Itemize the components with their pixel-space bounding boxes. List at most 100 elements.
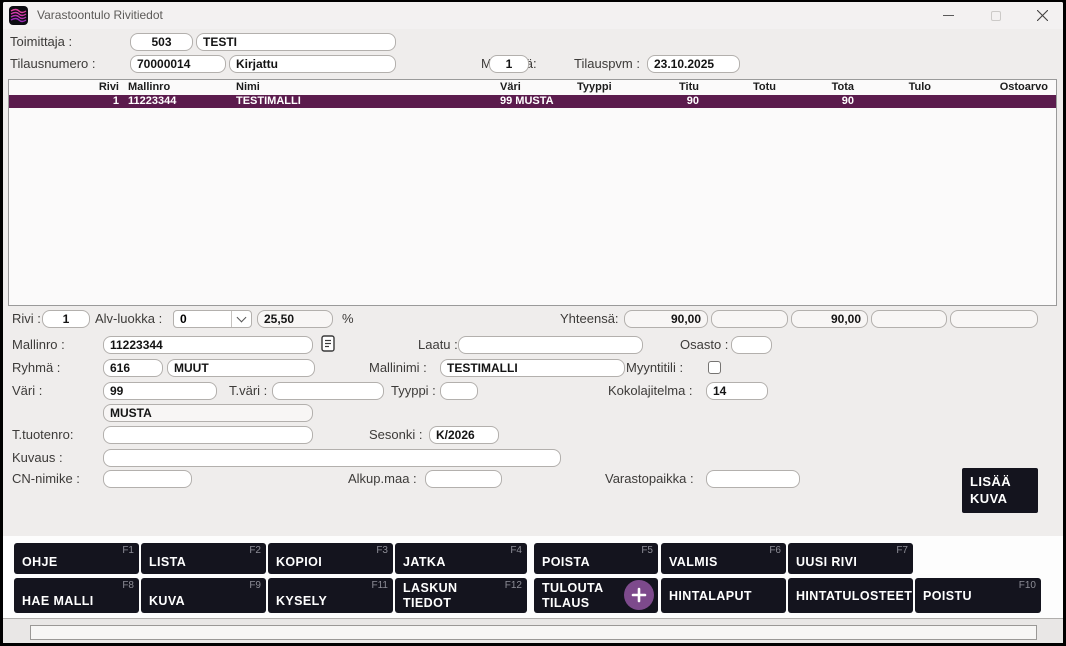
- fbutton-poista[interactable]: POISTAF5: [534, 543, 658, 574]
- model-name-field[interactable]: [440, 359, 625, 377]
- origin-country-field[interactable]: [425, 470, 502, 488]
- minimize-button[interactable]: [928, 2, 968, 29]
- window-title: Varastoontulo Rivitiedot: [37, 8, 163, 22]
- group-name-field[interactable]: [167, 359, 315, 377]
- fbutton-laskun-tiedot[interactable]: LASKUN TIEDOTF12: [395, 578, 527, 613]
- cell-rivi: 1: [9, 95, 121, 108]
- col-tyyppi: Tyyppi: [570, 80, 648, 95]
- group-label: Ryhmä :: [12, 359, 60, 377]
- cn-code-field[interactable]: [103, 470, 192, 488]
- vat-class-select[interactable]: 0: [173, 310, 252, 328]
- col-mallinro: Mallinro: [121, 80, 229, 95]
- fbutton-jatka[interactable]: JATKAF4: [395, 543, 527, 574]
- cell-tyyppi: [570, 95, 648, 108]
- model-number-field[interactable]: [103, 336, 313, 354]
- fbutton-lista[interactable]: LISTAF2: [141, 543, 266, 574]
- store-field[interactable]: [489, 55, 529, 73]
- cell-ostoarvo: [933, 95, 1050, 108]
- type-label: Tyyppi :: [391, 382, 436, 400]
- group-code-field[interactable]: [103, 359, 163, 377]
- fbutton-hintalaput[interactable]: HINTALAPUT: [661, 578, 786, 613]
- total-field-2: [711, 310, 788, 328]
- season-field[interactable]: [429, 426, 499, 444]
- fbutton-ohje[interactable]: OHJEF1: [14, 543, 139, 574]
- chevron-down-icon: [231, 311, 251, 327]
- fbutton-tulouta-tilaus[interactable]: TULOUTA TILAUS: [534, 578, 658, 613]
- plus-icon: [624, 580, 654, 610]
- cell-tulo: [856, 95, 933, 108]
- cell-totu: [701, 95, 778, 108]
- order-status-field[interactable]: [229, 55, 396, 73]
- sales-account-label: Myyntitili :: [626, 359, 683, 377]
- fbutton-poistu[interactable]: POISTUF10: [915, 578, 1041, 613]
- storage-location-label: Varastopaikka :: [605, 470, 694, 488]
- color-code-field[interactable]: [103, 382, 217, 400]
- order-rows-table: Rivi Mallinro Nimi Väri Tyyppi Titu Totu…: [8, 79, 1057, 306]
- table-header-row: Rivi Mallinro Nimi Väri Tyyppi Titu Totu…: [9, 80, 1056, 95]
- fbutton-kysely[interactable]: KYSELYF11: [268, 578, 393, 613]
- col-vari: Väri: [493, 80, 570, 95]
- order-date-label: Tilauspvm :: [574, 55, 640, 73]
- fbutton-valmis[interactable]: VALMISF6: [661, 543, 786, 574]
- row-number-field[interactable]: [42, 310, 90, 328]
- total-field-5: [950, 310, 1038, 328]
- cell-titu: 90: [648, 95, 701, 108]
- maximize-button: [976, 2, 1016, 29]
- fbutton-kopioi[interactable]: KOPIOIF3: [268, 543, 393, 574]
- description-field[interactable]: [103, 449, 561, 467]
- storage-location-field[interactable]: [706, 470, 800, 488]
- supplier-product-field[interactable]: [103, 426, 313, 444]
- order-number-field[interactable]: [130, 55, 226, 73]
- sales-account-checkbox[interactable]: [708, 361, 721, 374]
- col-totu: Totu: [701, 80, 778, 95]
- vat-class-label: Alv-luokka :: [95, 310, 162, 328]
- supplier-color-label: T.väri :: [229, 382, 267, 400]
- table-row[interactable]: 1 11223344 TESTIMALLI 99 MUSTA 90 90: [9, 95, 1056, 108]
- form-area: Toimittaja : Tilausnumero : Myymälä: Til…: [3, 29, 1063, 618]
- season-label: Sesonki :: [369, 426, 422, 444]
- total-field-3: [791, 310, 868, 328]
- col-ostoarvo: Ostoarvo: [933, 80, 1050, 95]
- fbutton-kuva[interactable]: KUVAF9: [141, 578, 266, 613]
- col-tulo: Tulo: [856, 80, 933, 95]
- order-date-field[interactable]: [647, 55, 740, 73]
- size-assortment-field[interactable]: [706, 382, 768, 400]
- col-titu: Titu: [648, 80, 701, 95]
- percent-sign: %: [342, 310, 354, 328]
- close-icon[interactable]: [1022, 2, 1062, 29]
- department-field[interactable]: [731, 336, 772, 354]
- app-window: Varastoontulo Rivitiedot Toimittaja : Ti…: [0, 0, 1066, 646]
- quality-field[interactable]: [458, 336, 643, 354]
- color-label: Väri :: [12, 382, 42, 400]
- color-name-field: [103, 404, 313, 422]
- totals-label: Yhteensä:: [560, 310, 619, 328]
- type-field[interactable]: [440, 382, 478, 400]
- supplier-color-field[interactable]: [272, 382, 384, 400]
- cell-vari: 99 MUSTA: [493, 95, 570, 108]
- fbutton-uusi-rivi[interactable]: UUSI RIVIF7: [788, 543, 913, 574]
- cell-tota: 90: [778, 95, 856, 108]
- origin-country-label: Alkup.maa :: [348, 470, 417, 488]
- supplier-product-label: T.tuotenro:: [12, 426, 73, 444]
- vat-percent-field[interactable]: [257, 310, 333, 328]
- fbutton-hintatulosteet[interactable]: HINTATULOSTEET: [788, 578, 913, 613]
- supplier-code-field[interactable]: [130, 33, 193, 51]
- col-tota: Tota: [778, 80, 856, 95]
- cn-code-label: CN-nimike :: [12, 470, 80, 488]
- col-nimi: Nimi: [229, 80, 493, 95]
- fbutton-hae-malli[interactable]: HAE MALLIF8: [14, 578, 139, 613]
- order-number-label: Tilausnumero :: [10, 55, 96, 73]
- model-name-label: Mallinimi :: [369, 359, 427, 377]
- cell-nimi: TESTIMALLI: [229, 95, 493, 108]
- add-image-button[interactable]: LISÄÄ KUVA: [962, 468, 1038, 513]
- status-message-field: [30, 625, 1037, 640]
- note-document-icon[interactable]: [321, 335, 335, 358]
- col-rivi: Rivi: [9, 80, 121, 95]
- title-bar: Varastoontulo Rivitiedot: [3, 2, 1063, 29]
- description-label: Kuvaus :: [12, 449, 63, 467]
- supplier-name-field[interactable]: [196, 33, 396, 51]
- total-field-4: [871, 310, 947, 328]
- department-label: Osasto :: [680, 336, 728, 354]
- cell-mallinro: 11223344: [121, 95, 229, 108]
- supplier-label: Toimittaja :: [10, 33, 72, 51]
